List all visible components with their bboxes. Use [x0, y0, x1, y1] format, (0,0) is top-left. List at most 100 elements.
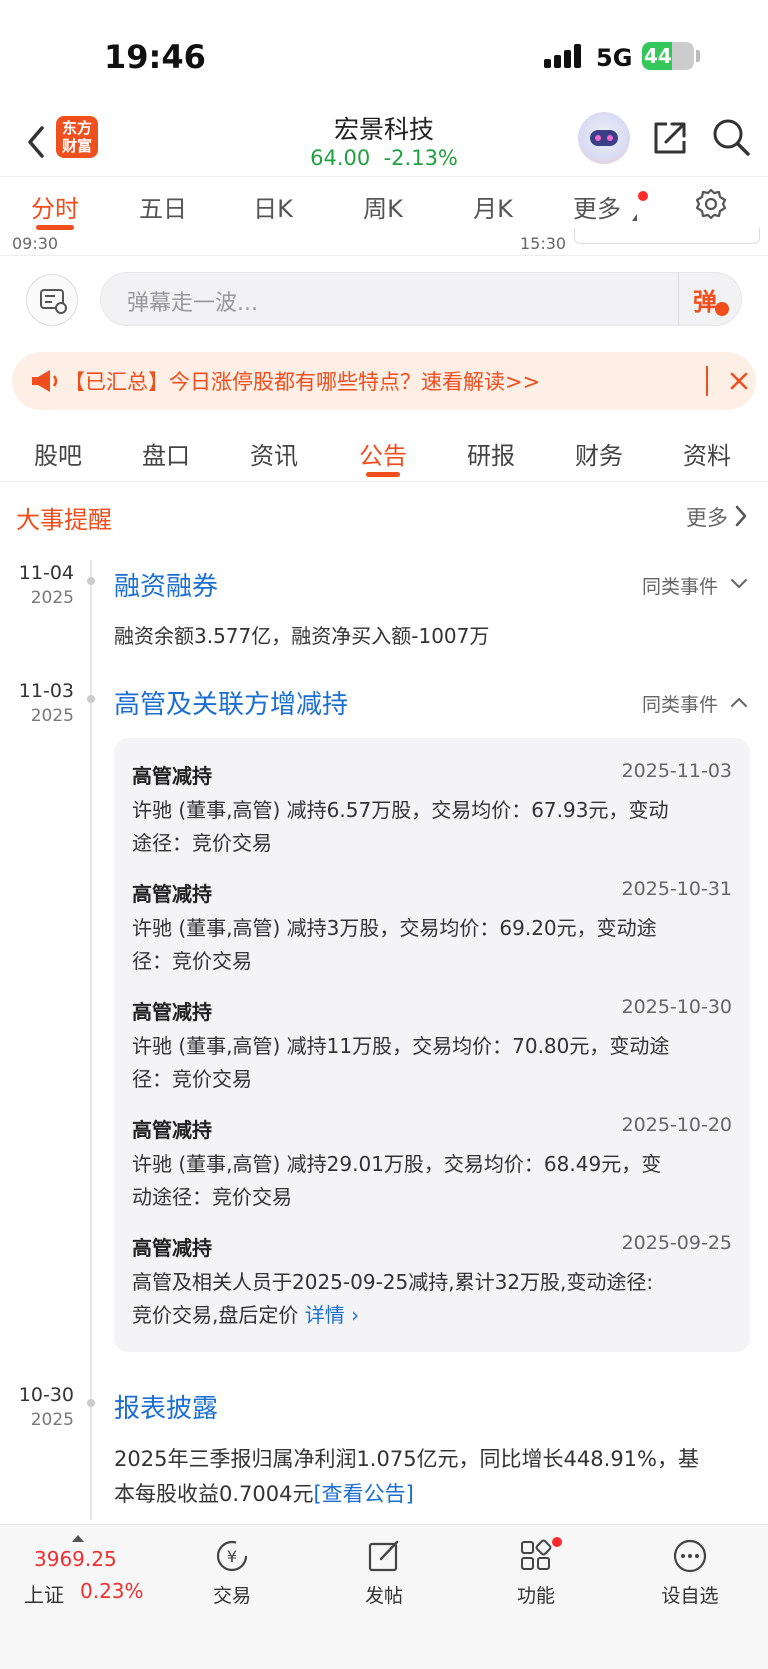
- trade-desc-line: 许驰 (董事,高管) 减持6.57万股，交易均价：67.93元，变动: [132, 798, 669, 822]
- stock-name: 宏景科技: [333, 115, 434, 144]
- tab-guba[interactable]: 股吧: [18, 436, 98, 471]
- chart-period-tabs: 分时 五日 日K 周K 月K 更多: [0, 176, 768, 232]
- timeline-line: [90, 560, 92, 1520]
- axis-end-time: 15:30: [520, 234, 567, 253]
- index-name[interactable]: 上证: [24, 1579, 64, 1608]
- trade-type: 高管减持: [132, 1000, 212, 1024]
- chevron-up-icon[interactable]: [730, 696, 748, 708]
- tab-intraday[interactable]: 分时: [10, 189, 100, 224]
- tab-five-day[interactable]: 五日: [118, 189, 208, 224]
- trade-button[interactable]: ¥ 交易: [182, 1537, 282, 1608]
- event-year: 2025: [30, 706, 74, 726]
- insider-trades-detail: 高管减持 2025-11-03 许驰 (董事,高管) 减持6.57万股，交易均价…: [114, 738, 750, 1352]
- post-button[interactable]: 发帖: [334, 1537, 434, 1608]
- tab-profile[interactable]: 资料: [667, 436, 747, 471]
- add-watchlist-label: 设自选: [661, 1585, 719, 1607]
- tab-more[interactable]: 更多: [552, 189, 642, 224]
- trade-date: 2025-10-20: [621, 1114, 732, 1136]
- back-icon[interactable]: [22, 120, 52, 164]
- details-link[interactable]: 详情 ›: [305, 1303, 359, 1327]
- event-text: 2025年三季报归属净利润1.075亿元，同比增长448.91%，基 本每股收益…: [114, 1442, 750, 1512]
- status-time: 19:46: [104, 38, 206, 76]
- danmu-send-button[interactable]: 弹: [678, 272, 742, 326]
- trade-desc-line: 许驰 (董事,高管) 减持29.01万股，交易均价：68.49元，变: [132, 1152, 662, 1176]
- tab-announcements[interactable]: 公告: [343, 436, 423, 471]
- notification-dot: [638, 191, 648, 201]
- event-date: 10-30: [18, 1384, 74, 1406]
- trade-desc-line: 途径：竞价交易: [132, 831, 272, 855]
- battery-level: 44: [644, 44, 672, 68]
- chevron-down-icon[interactable]: [730, 578, 748, 590]
- trade-desc: 许驰 (董事,高管) 减持29.01万股，交易均价：68.49元，变 动途径：竞价…: [132, 1148, 732, 1214]
- functions-button[interactable]: 功能: [486, 1537, 586, 1608]
- edit-icon: [368, 1540, 399, 1572]
- timeline-dot: [87, 577, 95, 585]
- similar-events-toggle[interactable]: 同类事件: [642, 690, 718, 717]
- network-type: 5G: [596, 44, 633, 72]
- trade-date: 2025-10-31: [621, 878, 732, 900]
- tab-monthly-k[interactable]: 月K: [448, 189, 538, 224]
- trade-desc-line: 竞价交易,盘后定价 详情 ›: [132, 1299, 732, 1332]
- event-text-line: 2025年三季报归属净利润1.075亿元，同比增长448.91%，基: [114, 1447, 699, 1471]
- battery-icon: 44: [642, 42, 694, 70]
- notification-dot: [552, 1537, 562, 1547]
- gear-icon[interactable]: [694, 187, 728, 221]
- timeline-dot: [87, 1399, 95, 1407]
- view-announcement-link[interactable]: [查看公告]: [313, 1482, 413, 1506]
- close-icon[interactable]: [726, 368, 752, 394]
- app-logo[interactable]: 东方 财富: [56, 116, 98, 158]
- section-title: 大事提醒: [16, 506, 112, 534]
- more-dropdown-icon: [632, 214, 637, 221]
- event-title[interactable]: 融资融券: [114, 566, 218, 603]
- tab-research[interactable]: 研报: [451, 436, 531, 471]
- active-tab-indicator: [36, 225, 74, 230]
- danmu-input[interactable]: 弹幕走一波...: [100, 272, 742, 326]
- post-label: 发帖: [364, 1585, 403, 1607]
- add-watchlist-button[interactable]: 设自选: [640, 1537, 740, 1608]
- event-text: 融资余额3.577亿，融资净买入额-1007万: [114, 624, 490, 648]
- search-icon[interactable]: [710, 116, 752, 158]
- trade-icon: ¥: [216, 1540, 248, 1572]
- trade-desc-line: 许驰 (董事,高管) 减持11万股，交易均价：70.80元，变动途: [132, 1034, 670, 1058]
- event-date: 11-03: [18, 680, 74, 702]
- share-icon[interactable]: [650, 118, 690, 158]
- index-change[interactable]: 0.23%: [80, 1579, 144, 1603]
- tab-daily-k[interactable]: 日K: [228, 189, 318, 224]
- danmu-settings-button[interactable]: [26, 274, 78, 326]
- stock-price: 64.00: [310, 146, 371, 170]
- timeline-dot: [87, 695, 95, 703]
- event-title[interactable]: 高管及关联方增减持: [114, 684, 348, 721]
- trade-type: 高管减持: [132, 1236, 212, 1260]
- similar-events-toggle[interactable]: 同类事件: [642, 572, 718, 599]
- logo-line2: 财富: [61, 137, 92, 155]
- danmu-toggle-icon: [715, 302, 729, 316]
- tab-weekly-k[interactable]: 周K: [338, 189, 428, 224]
- danmu-send-label: 弹: [693, 288, 717, 316]
- trade-desc: 许驰 (董事,高管) 减持3万股，交易均价：69.20元，变动途 径：竞价交易: [132, 912, 732, 978]
- event-text-part: 本每股收益0.7004元: [114, 1482, 314, 1506]
- trade-type: 高管减持: [132, 882, 212, 906]
- trade-type: 高管减持: [132, 764, 212, 788]
- active-tab-indicator: [366, 472, 400, 477]
- trade-desc: 许驰 (董事,高管) 减持11万股，交易均价：70.80元，变动途 径：竞价交易: [132, 1030, 732, 1096]
- trade-desc-line: 动途径：竞价交易: [132, 1185, 292, 1209]
- notice-banner[interactable]: 【已汇总】今日涨停股都有哪些特点？速看解读>>: [12, 352, 756, 410]
- battery-tip: [696, 50, 700, 62]
- trade-date: 2025-10-30: [621, 996, 732, 1018]
- event-year: 2025: [30, 1410, 74, 1430]
- trade-desc: 许驰 (董事,高管) 减持6.57万股，交易均价：67.93元，变动 途径：竞价交…: [132, 794, 732, 860]
- tab-pankou[interactable]: 盘口: [126, 436, 206, 471]
- event-title[interactable]: 报表披露: [114, 1388, 218, 1425]
- notice-divider: [706, 366, 708, 396]
- apps-icon: [521, 1539, 552, 1570]
- robot-assistant-icon[interactable]: [578, 112, 630, 164]
- tab-news[interactable]: 资讯: [234, 436, 314, 471]
- more-link[interactable]: 更多: [686, 502, 728, 532]
- chevron-right-icon[interactable]: [734, 504, 748, 528]
- expand-up-icon[interactable]: [72, 1535, 84, 1542]
- status-bar: 19:46 5G 44: [0, 0, 768, 110]
- trade-date: 2025-11-03: [621, 760, 732, 782]
- index-value[interactable]: 3969.25: [34, 1547, 117, 1571]
- tab-finance[interactable]: 财务: [559, 436, 639, 471]
- trade-desc-line: 径：竞价交易: [132, 1067, 252, 1091]
